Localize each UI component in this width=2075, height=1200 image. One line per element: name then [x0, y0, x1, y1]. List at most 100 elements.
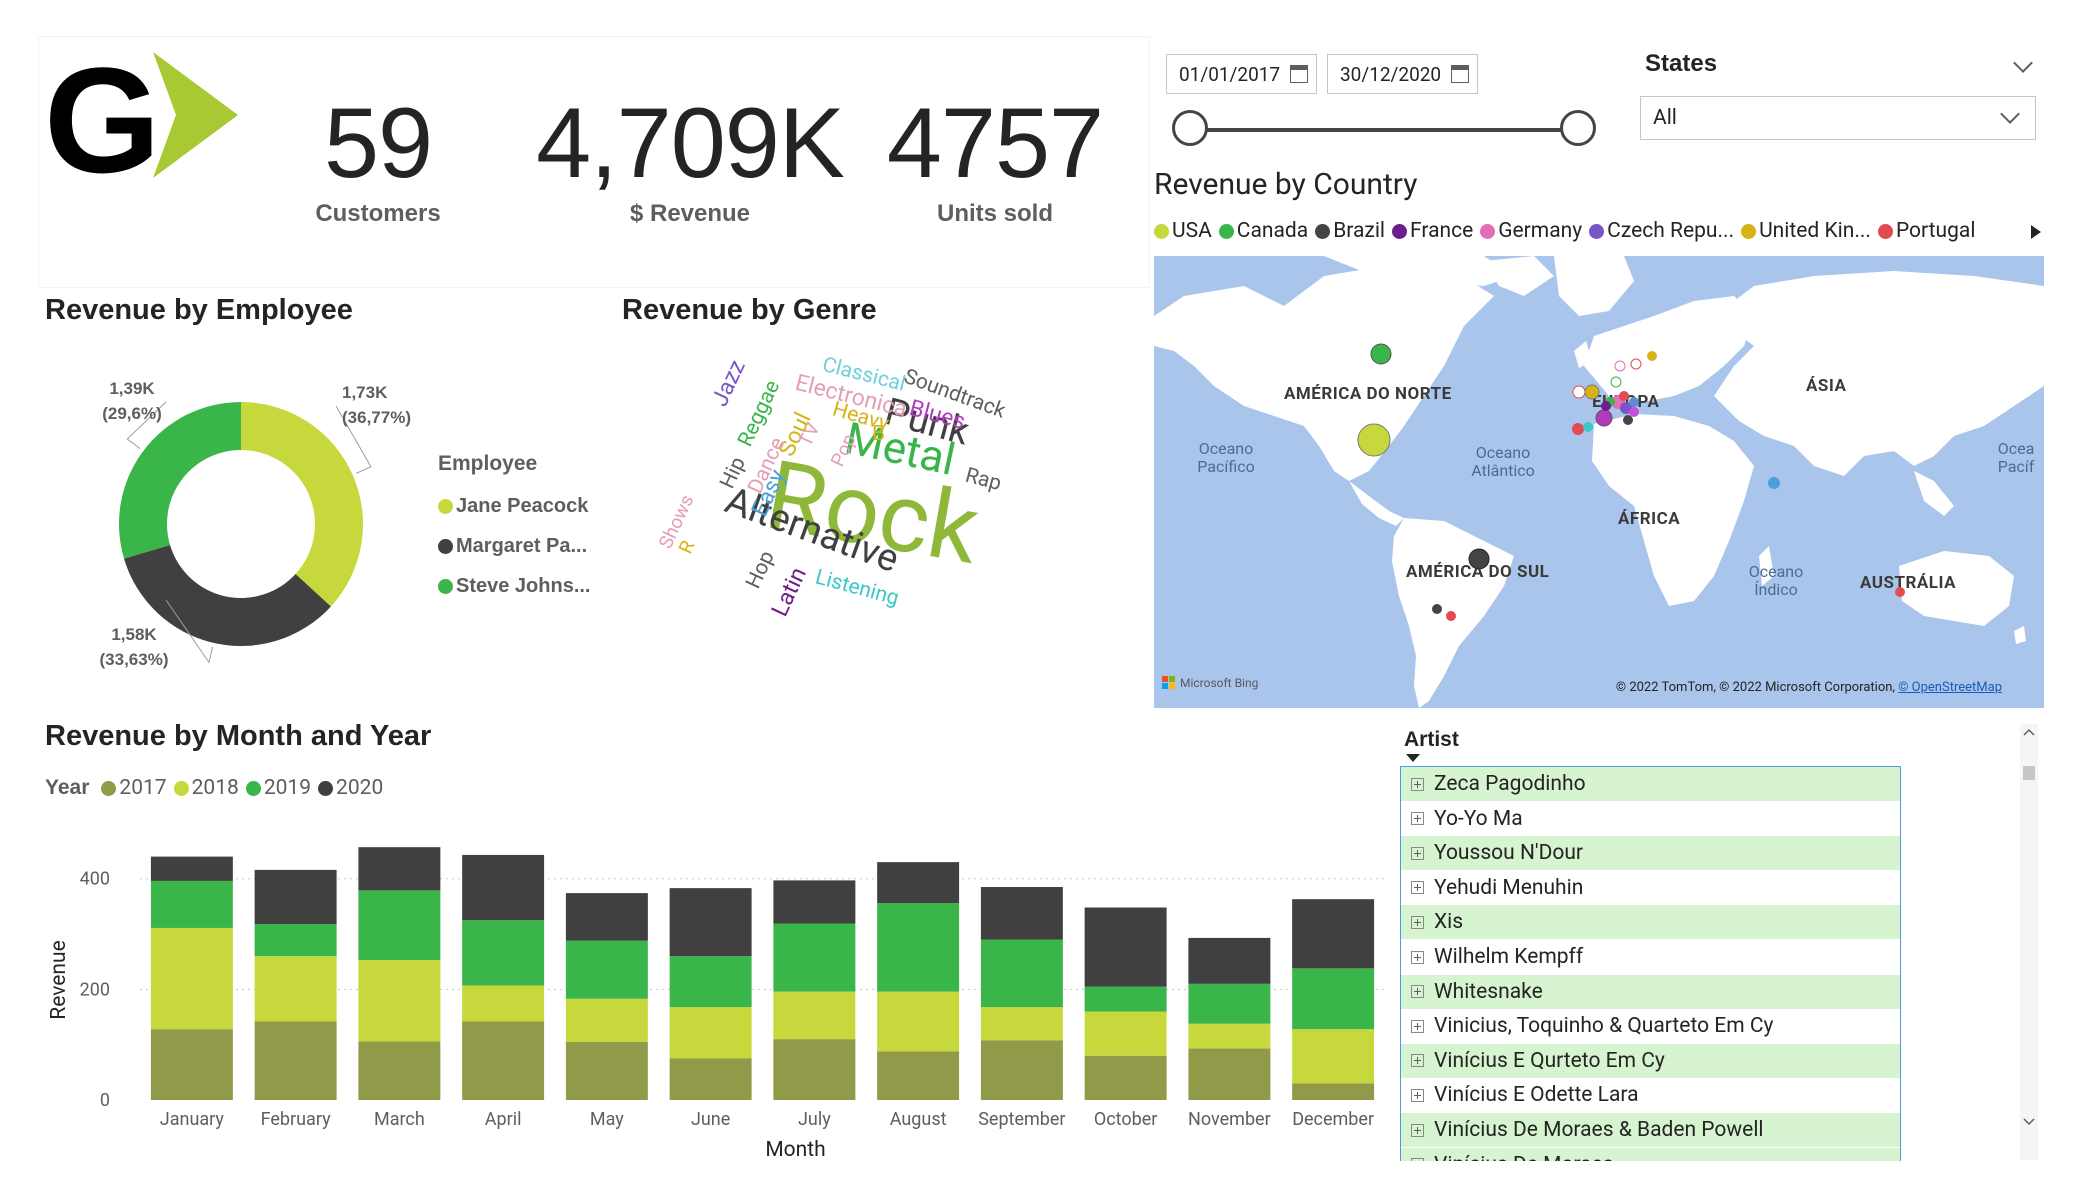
expand-plus-icon[interactable]: [1411, 950, 1424, 964]
bar-segment[interactable]: [462, 854, 545, 921]
bar-segment[interactable]: [358, 890, 441, 961]
openstreetmap-link[interactable]: © OpenStreetMap: [1898, 680, 2002, 695]
bar-segment[interactable]: [877, 991, 960, 1052]
chevron-down-icon[interactable]: [2013, 53, 2033, 73]
bar-segment[interactable]: [1084, 986, 1167, 1012]
bar-segment[interactable]: [565, 998, 648, 1042]
table-row-partial[interactable]: Vinícius De Moraes: [1401, 1147, 1900, 1161]
employee-legend-item[interactable]: Jane Peacock: [438, 486, 591, 526]
year-legend-item[interactable]: 2020: [318, 776, 383, 800]
table-row[interactable]: Yehudi Menuhin: [1401, 871, 1900, 905]
bar-segment[interactable]: [1188, 937, 1271, 984]
bar-segment[interactable]: [1292, 1029, 1375, 1084]
employee-legend-item[interactable]: Steve Johns...: [438, 566, 591, 606]
country-legend-item[interactable]: Czech Repu...: [1589, 219, 1734, 243]
calendar-icon[interactable]: [1290, 65, 1308, 83]
bar-segment[interactable]: [1188, 1048, 1271, 1100]
year-legend-item[interactable]: 2018: [173, 776, 239, 800]
country-legend-item[interactable]: France: [1392, 219, 1473, 243]
genre-word-cloud[interactable]: Rock Metal Alternative Punk Classical So…: [640, 340, 1060, 640]
country-legend-item[interactable]: Brazil: [1315, 219, 1385, 243]
table-scrollbar[interactable]: [2020, 724, 2038, 1160]
table-row[interactable]: Vinícius De Moraes & Baden Powell: [1401, 1113, 1900, 1147]
bar-segment[interactable]: [150, 1029, 233, 1100]
bar-segment[interactable]: [254, 1021, 337, 1100]
bar-segment[interactable]: [877, 862, 960, 904]
bar-segment[interactable]: [254, 924, 337, 957]
country-legend-item[interactable]: Canada: [1218, 219, 1308, 243]
bar-segment[interactable]: [877, 903, 960, 992]
expand-plus-icon[interactable]: [1411, 846, 1424, 860]
bar-segment[interactable]: [980, 887, 1063, 940]
expand-plus-icon[interactable]: [1411, 1158, 1424, 1161]
bar-segment[interactable]: [773, 923, 856, 992]
bar-segment[interactable]: [669, 956, 752, 1008]
bar-segment[interactable]: [669, 1007, 752, 1059]
bar-segment[interactable]: [565, 1041, 648, 1100]
bar-segment[interactable]: [1188, 983, 1271, 1024]
bar-segment[interactable]: [980, 1007, 1063, 1041]
bar-segment[interactable]: [150, 880, 233, 928]
expand-plus-icon[interactable]: [1411, 1088, 1424, 1102]
expand-plus-icon[interactable]: [1411, 777, 1424, 791]
sort-descending-icon[interactable]: [1406, 754, 1420, 764]
legend-next-arrow-icon[interactable]: [2030, 224, 2042, 240]
bar-segment[interactable]: [150, 927, 233, 1030]
bar-segment[interactable]: [462, 1021, 545, 1100]
country-legend-item[interactable]: USA: [1154, 219, 1212, 243]
table-row[interactable]: Zeca Pagodinho: [1401, 767, 1900, 801]
bar-segment[interactable]: [358, 960, 441, 1042]
table-row[interactable]: Vinícius E Qurteto Em Cy: [1401, 1043, 1900, 1078]
bar-segment[interactable]: [150, 856, 233, 881]
country-legend-item[interactable]: Germany: [1480, 219, 1582, 243]
expand-plus-icon[interactable]: [1411, 881, 1424, 895]
bar-segment[interactable]: [358, 1041, 441, 1100]
scrollbar-thumb[interactable]: [2023, 766, 2035, 780]
expand-plus-icon[interactable]: [1411, 915, 1424, 929]
bar-segment[interactable]: [565, 940, 648, 999]
table-row[interactable]: Xis: [1401, 905, 1900, 940]
bar-segment[interactable]: [1188, 1023, 1271, 1049]
table-row[interactable]: Vinícius E Odette Lara: [1401, 1078, 1900, 1112]
expand-plus-icon[interactable]: [1411, 1054, 1424, 1068]
slider-handle-end[interactable]: [1560, 110, 1596, 146]
bar-segment[interactable]: [877, 1051, 960, 1100]
table-row[interactable]: Vinicius, Toquinho & Quarteto Em Cy: [1401, 1009, 1900, 1043]
bar-segment[interactable]: [1084, 1055, 1167, 1100]
bar-segment[interactable]: [462, 920, 545, 986]
expand-plus-icon[interactable]: [1411, 1019, 1424, 1033]
date-range-slider[interactable]: [1172, 110, 1596, 150]
states-dropdown[interactable]: All: [1640, 96, 2036, 140]
year-legend-item[interactable]: 2017: [101, 776, 167, 800]
employee-legend-item[interactable]: Margaret Pa...: [438, 526, 591, 566]
year-legend-item[interactable]: 2019: [245, 776, 311, 800]
start-date-input[interactable]: 01/01/2017: [1166, 54, 1317, 94]
expand-plus-icon[interactable]: [1411, 985, 1424, 999]
calendar-icon[interactable]: [1451, 65, 1469, 83]
expand-plus-icon[interactable]: [1411, 812, 1424, 826]
bar-segment[interactable]: [669, 1058, 752, 1100]
bar-segment[interactable]: [462, 985, 545, 1022]
slider-handle-start[interactable]: [1172, 110, 1208, 146]
expand-plus-icon[interactable]: [1411, 1123, 1424, 1137]
table-row[interactable]: Youssou N'Dour: [1401, 836, 1900, 871]
country-legend-item[interactable]: United Kin...: [1741, 219, 1871, 243]
bar-segment[interactable]: [254, 956, 337, 1022]
bar-segment[interactable]: [773, 991, 856, 1040]
donut-slice[interactable]: [118, 402, 241, 559]
bar-segment[interactable]: [980, 939, 1063, 1008]
table-row[interactable]: Yo-Yo Ma: [1401, 802, 1900, 836]
table-row[interactable]: Wilhelm Kempff: [1401, 940, 1900, 974]
table-row[interactable]: Whitesnake: [1401, 974, 1900, 1009]
bar-segment[interactable]: [358, 847, 441, 891]
bar-segment[interactable]: [1084, 907, 1167, 987]
revenue-map[interactable]: AMÉRICA DO NORTE EUROPA ÁSIA ÁFRICA AMÉR…: [1154, 256, 2044, 708]
donut-slice[interactable]: [241, 402, 363, 607]
scroll-up-icon[interactable]: [2020, 726, 2038, 738]
bar-segment[interactable]: [1292, 1083, 1375, 1100]
scroll-down-icon[interactable]: [2020, 1116, 2038, 1128]
bar-segment[interactable]: [1292, 899, 1375, 969]
artist-column-header[interactable]: Artist: [1404, 728, 1459, 762]
bar-segment[interactable]: [254, 869, 337, 925]
bar-segment[interactable]: [773, 880, 856, 924]
